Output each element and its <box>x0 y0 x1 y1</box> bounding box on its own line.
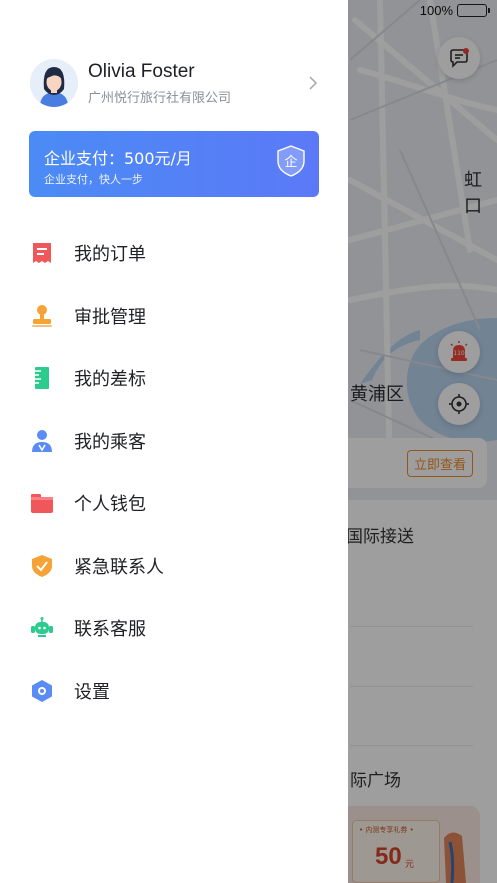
receipt-icon <box>30 241 54 265</box>
badge-char: 企 <box>284 154 297 170</box>
chevron-right-icon <box>306 76 320 90</box>
enterprise-pay-card[interactable]: 企业支付：500元/月 企业支付，快人一步 企 <box>29 131 319 197</box>
menu-label: 审批管理 <box>74 306 146 328</box>
pay-card-subtitle: 企业支付，快人一步 <box>44 173 143 186</box>
wallet-icon <box>30 491 54 515</box>
menu-label: 联系客服 <box>74 619 146 641</box>
profile-row[interactable]: Olivia Foster 广州悦行旅行社有限公司 <box>30 57 320 109</box>
shield-check-icon <box>30 554 54 578</box>
menu-label: 设置 <box>74 681 110 703</box>
menu-item-travel-standard[interactable]: 我的差标 <box>0 347 348 410</box>
avatar <box>30 59 78 107</box>
menu-item-passengers[interactable]: 我的乘客 <box>0 410 348 473</box>
pay-card-title: 企业支付：500元/月 <box>44 149 192 168</box>
settings-hex-icon <box>30 679 54 703</box>
menu-item-approval[interactable]: 审批管理 <box>0 285 348 348</box>
ruler-icon <box>30 366 54 390</box>
avatar-illustration-icon <box>30 59 78 107</box>
menu-item-customer-service[interactable]: 联系客服 <box>0 597 348 660</box>
menu-item-settings[interactable]: 设置 <box>0 660 348 723</box>
menu-label: 我的差标 <box>74 369 146 391</box>
menu-item-emergency-contact[interactable]: 紧急联系人 <box>0 535 348 598</box>
menu-label: 个人钱包 <box>74 494 146 516</box>
headset-icon <box>30 616 54 640</box>
enterprise-shield-icon: 企 <box>277 145 305 177</box>
menu-label: 我的乘客 <box>74 431 146 453</box>
passenger-icon <box>30 429 54 453</box>
drawer-menu: 我的订单 审批管理 我的差标 我的乘客 个人钱包 紧急联系人 联系客服 设置 <box>0 222 348 722</box>
menu-item-orders[interactable]: 我的订单 <box>0 222 348 285</box>
side-drawer: Olivia Foster 广州悦行旅行社有限公司 企业支付：500元/月 企业… <box>0 0 348 883</box>
menu-item-wallet[interactable]: 个人钱包 <box>0 472 348 535</box>
company-name: 广州悦行旅行社有限公司 <box>88 91 232 106</box>
stamp-icon <box>30 304 54 328</box>
user-name: Olivia Foster <box>88 61 195 82</box>
menu-label: 紧急联系人 <box>74 556 164 578</box>
menu-label: 我的订单 <box>74 244 146 266</box>
